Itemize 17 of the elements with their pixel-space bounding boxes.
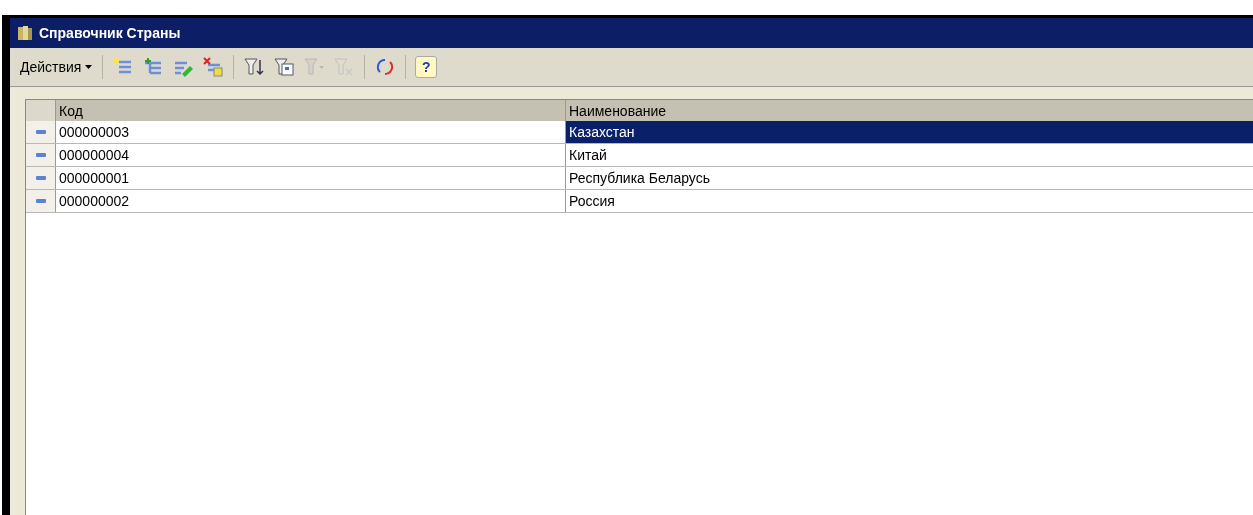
caret-icon (85, 65, 93, 69)
table-cell[interactable]: Россия (566, 190, 1253, 212)
row-marker-icon (35, 199, 46, 203)
row-marker-icon (35, 153, 46, 157)
column-header[interactable]: Код (56, 100, 566, 121)
books-icon (16, 24, 34, 42)
table-cell: 000000002 (56, 190, 566, 212)
table-cell[interactable]: Китай (566, 144, 1253, 166)
column-header[interactable]: Наименование (566, 100, 1253, 121)
table-cell: 000000004 (56, 144, 566, 166)
table-cell: 000000001 (56, 167, 566, 189)
table-cell[interactable]: Республика Беларусь (566, 167, 1253, 189)
actions-menu-button[interactable]: Действия (16, 57, 97, 77)
row-marker-icon (35, 176, 46, 180)
table-cell[interactable]: Казахстан (566, 121, 1253, 143)
window-title: Справочник Страны (39, 25, 181, 41)
row-marker-icon (35, 130, 46, 134)
